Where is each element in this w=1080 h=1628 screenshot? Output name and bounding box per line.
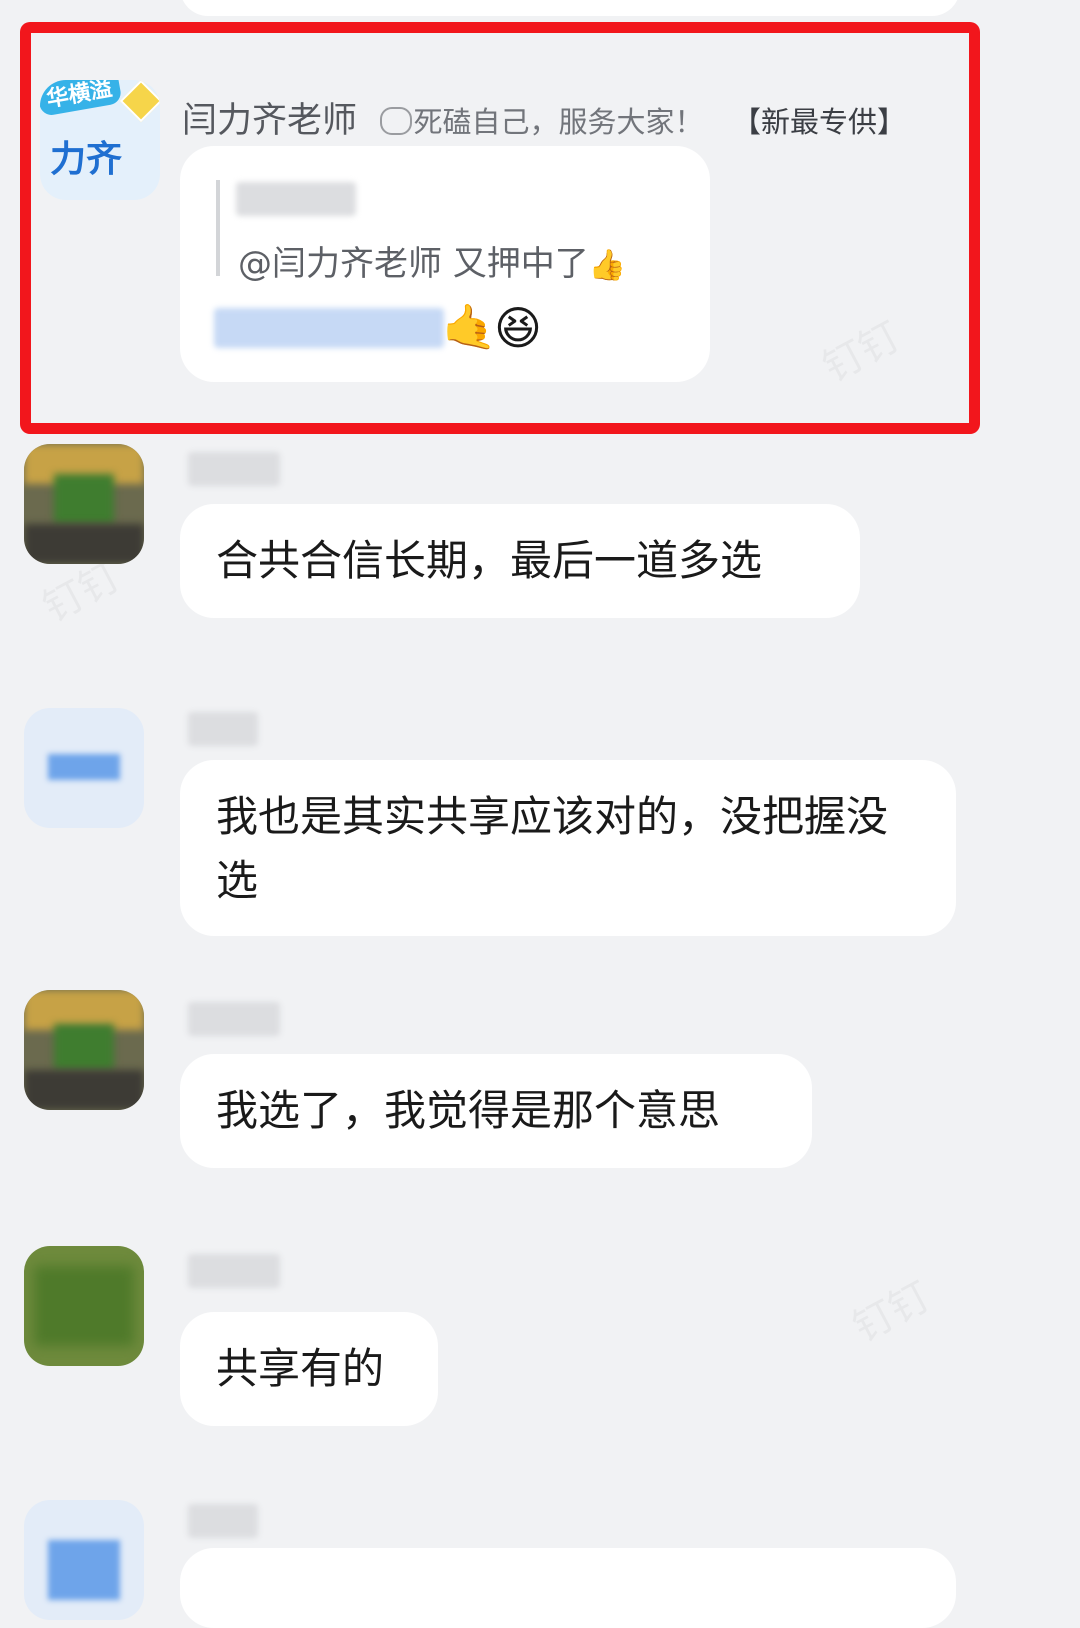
message-text: 共享有的 xyxy=(216,1344,385,1393)
sender-name-blurred xyxy=(188,452,280,486)
sender-name-blurred xyxy=(188,1504,258,1538)
avatar-name: 力齐 xyxy=(50,139,123,180)
quoted-sender-name xyxy=(236,182,356,216)
speech-bubble-icon xyxy=(379,106,412,135)
message-text: 我也是其实共享应该对的，没把握没选 xyxy=(216,792,889,905)
sender-name-blurred xyxy=(188,712,258,746)
sender-signature: 死磕自己，服务大家！ xyxy=(413,105,704,139)
sender-line: 闫力齐老师 死磕自己，服务大家！ 【新最专供】 xyxy=(182,92,906,143)
avatar[interactable] xyxy=(24,1500,144,1620)
watermark: 钉钉 xyxy=(841,1265,939,1354)
sender-name-blurred xyxy=(188,1002,280,1036)
avatar[interactable] xyxy=(24,708,144,828)
avatar[interactable] xyxy=(24,1246,144,1366)
message-text: 我选了，我觉得是那个意思 xyxy=(216,1086,721,1135)
message-bubble[interactable]: 我也是其实共享应该对的，没把握没选 xyxy=(180,760,956,936)
quoted-text: @闫力齐老师 又押中了👍 xyxy=(238,232,626,298)
avatar[interactable] xyxy=(24,444,144,564)
message-text: 合共合信长期，最后一道多选 xyxy=(216,536,763,585)
reply-message-bubble[interactable]: @闫力齐老师 又押中了👍 🤙 😆 xyxy=(180,146,710,382)
quote-text: @闫力齐老师 又押中了 xyxy=(238,244,589,284)
previous-message-bubble xyxy=(180,0,960,16)
quote-bar xyxy=(216,180,220,276)
blurred-mention xyxy=(214,308,444,348)
avatar[interactable]: 华横溢 力齐 xyxy=(40,80,160,200)
sender-name-blurred xyxy=(188,1254,280,1288)
sender-tag: 【新最专供】 xyxy=(732,105,907,139)
shaka-hand-icon: 🤙 xyxy=(442,302,497,353)
message-bubble[interactable]: 我选了，我觉得是那个意思 xyxy=(180,1054,812,1168)
message-bubble[interactable] xyxy=(180,1548,956,1628)
message-bubble[interactable]: 合共合信长期，最后一道多选 xyxy=(180,504,860,618)
avatar[interactable] xyxy=(24,990,144,1110)
message-bubble[interactable]: 共享有的 xyxy=(180,1312,438,1426)
laughing-face-icon: 😆 xyxy=(494,301,542,355)
avatar-badge: 华横溢 xyxy=(40,80,123,117)
thumbs-up-icon: 👍 xyxy=(588,248,627,283)
sender-name[interactable]: 闫力齐老师 xyxy=(182,101,357,141)
